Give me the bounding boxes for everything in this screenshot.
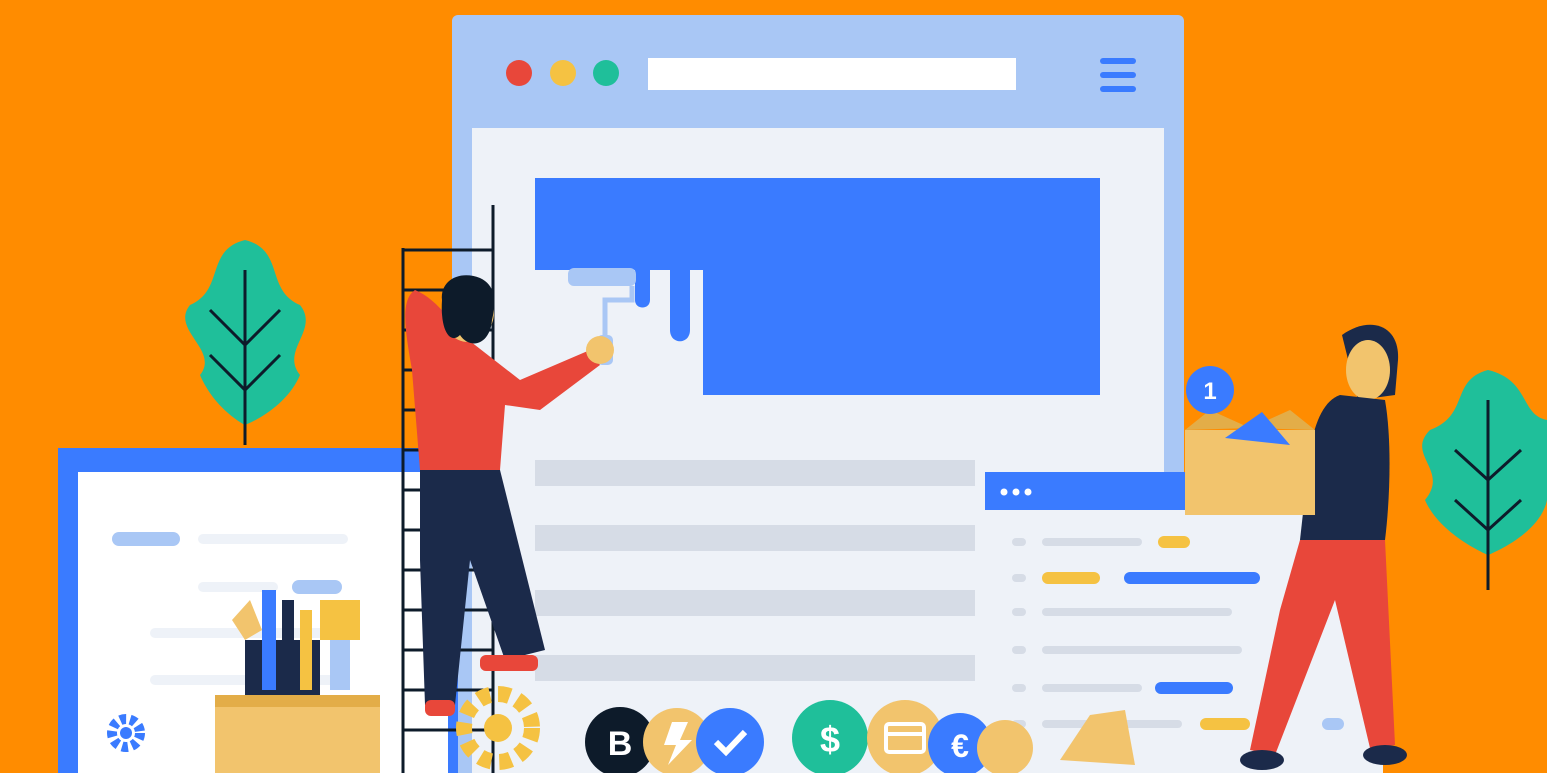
address-bar	[648, 58, 1016, 90]
illustration-scene: 1 B $ €	[58, 15, 1547, 773]
menu-icon	[1100, 58, 1136, 92]
notification-badge-icon: 1	[1186, 366, 1234, 414]
svg-text:$: $	[820, 719, 840, 760]
left-leaf-icon	[185, 240, 306, 445]
dollar-coin-icon: $	[792, 700, 868, 773]
svg-text:1: 1	[1203, 378, 1216, 405]
cardboard-box-icon	[1185, 410, 1315, 515]
checkmark-coin-icon	[696, 708, 764, 773]
svg-text:B: B	[608, 725, 633, 763]
right-leaf-icon	[1422, 370, 1547, 590]
svg-text:€: €	[951, 728, 969, 764]
close-dot-icon	[506, 60, 532, 86]
maximize-dot-icon	[593, 60, 619, 86]
minimize-dot-icon	[550, 60, 576, 86]
